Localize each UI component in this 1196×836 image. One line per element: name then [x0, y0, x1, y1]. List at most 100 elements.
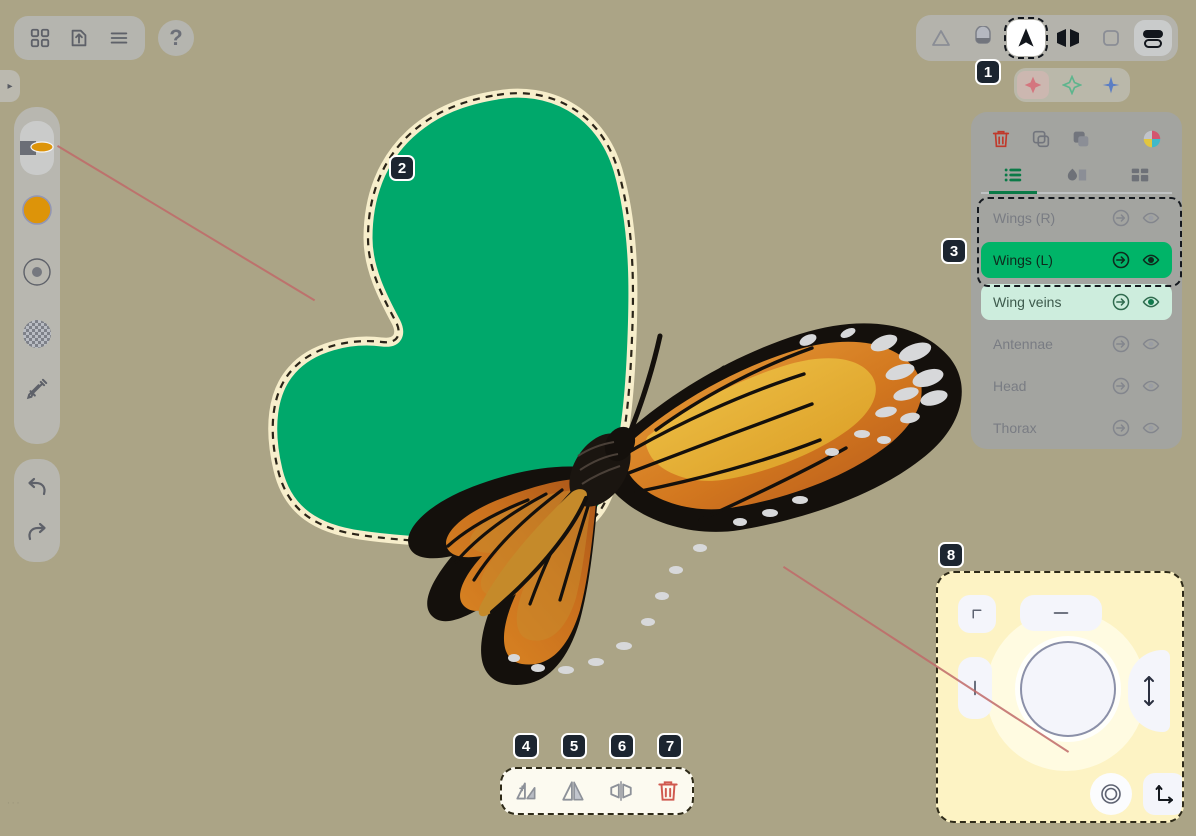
undo-button[interactable] [23, 475, 51, 501]
brush-size-tool[interactable] [17, 241, 57, 303]
delete-selection-button[interactable] [650, 773, 686, 809]
duplicate-layer-button[interactable] [1021, 124, 1061, 154]
layer-row-antennae[interactable]: Antennae [981, 326, 1172, 362]
trash-icon [658, 781, 678, 801]
question-mark-icon: ? [169, 25, 183, 50]
tab-assets[interactable] [1108, 158, 1172, 192]
left-tool-rail [14, 107, 60, 444]
stacked-pills-icon [1142, 30, 1163, 48]
concentric-circles-icon [1101, 784, 1121, 804]
color-wheel-icon [1143, 130, 1161, 148]
export-upload-icon [72, 29, 87, 47]
merge-layers-button[interactable] [1061, 124, 1101, 154]
delete-layer-button[interactable] [981, 124, 1021, 154]
cursor-arrow-icon [1018, 28, 1034, 47]
horizontal-scale-button[interactable] [1020, 595, 1102, 631]
isolate-arrow-icon[interactable] [1106, 371, 1136, 401]
shape-outline-tool[interactable] [922, 20, 960, 56]
corner-snap-button[interactable] [958, 595, 996, 633]
transform-gizmo-panel [936, 571, 1184, 823]
layers-tab-bar [981, 156, 1172, 194]
eye-icon[interactable] [1136, 203, 1166, 233]
opacity-tool[interactable] [17, 303, 57, 365]
mirror-icon [1057, 29, 1080, 47]
redo-button[interactable] [23, 520, 51, 546]
isolate-arrow-icon[interactable] [1106, 245, 1136, 275]
layer-row-wings-r[interactable]: Wings (R) [981, 200, 1172, 236]
sticker-row [1014, 68, 1130, 102]
rounded-square-outline-icon [1102, 30, 1119, 46]
fill-bucket-icon [975, 26, 992, 44]
layer-row-thorax[interactable]: Thorax [981, 410, 1172, 446]
isolate-arrow-icon[interactable] [1106, 203, 1136, 233]
layers-toggle[interactable] [1133, 20, 1172, 56]
trash-icon [992, 130, 1010, 148]
up-down-arrow-icon [1144, 676, 1154, 706]
flip-horizontal-icon [562, 781, 584, 801]
flip-add-button[interactable] [508, 773, 544, 809]
eye-icon[interactable] [1136, 329, 1166, 359]
vertical-scale-button[interactable] [958, 657, 992, 719]
help-button[interactable]: ? [158, 20, 194, 56]
layer-name: Wings (L) [993, 252, 1053, 268]
export-button[interactable] [64, 23, 94, 53]
tab-shapes[interactable] [1045, 158, 1109, 192]
menu-button[interactable] [104, 23, 134, 53]
flip-add-icon [516, 782, 536, 800]
panel-collapse-handle[interactable]: ▸ [0, 70, 20, 102]
corner-bracket-icon [972, 609, 982, 619]
canvas-tool[interactable] [1092, 20, 1130, 56]
sticker-blue[interactable] [1095, 71, 1127, 99]
mirror-tool[interactable] [1049, 20, 1087, 56]
fill-tool[interactable] [964, 20, 1002, 56]
merge-shapes-icon [1073, 131, 1089, 147]
brush-stroke-icon [18, 137, 56, 159]
color-swatch-tool[interactable] [17, 179, 57, 241]
brush-preset-tool[interactable] [17, 117, 57, 179]
layer-name: Wings (R) [993, 210, 1056, 226]
tab-layers[interactable] [981, 158, 1045, 194]
canvas-selected-shape-group [268, 88, 638, 549]
rotate-dial[interactable] [1020, 641, 1116, 737]
isolate-arrow-icon[interactable] [1106, 329, 1136, 359]
triangle-outline-icon [932, 30, 950, 46]
chevron-right-icon: ▸ [7, 80, 13, 92]
eye-icon[interactable] [1136, 413, 1166, 443]
watermark: ··· [6, 799, 21, 808]
isolate-arrow-icon[interactable] [1106, 287, 1136, 317]
eyedropper-icon [24, 376, 50, 402]
reset-pivot-button[interactable] [1090, 773, 1132, 815]
hamburger-menu-icon [110, 32, 128, 44]
badge-2: 2 [389, 155, 415, 181]
layer-row-head[interactable]: Head [981, 368, 1172, 404]
selection-actions-toolbar [500, 767, 694, 815]
sticker-green[interactable] [1056, 71, 1088, 99]
layer-row-wing-veins[interactable]: Wing veins [981, 284, 1172, 320]
layer-name: Wing veins [993, 294, 1062, 310]
gallery-grid-button[interactable] [25, 23, 55, 53]
axes-transform-button[interactable] [1143, 773, 1182, 815]
flip-horizontal-button[interactable] [555, 773, 591, 809]
sticker-pink[interactable] [1017, 71, 1050, 99]
eye-icon[interactable] [1136, 287, 1166, 317]
badge-7: 7 [657, 733, 683, 759]
axes-arrow-icon [1155, 785, 1173, 804]
eye-icon[interactable] [1136, 245, 1166, 275]
list-lines-icon [1004, 168, 1022, 182]
move-tool[interactable] [1003, 17, 1048, 59]
layer-name: Head [993, 378, 1027, 394]
topleft-toolbar [14, 16, 145, 60]
mirror-join-icon [610, 781, 632, 801]
sparkle-star-icon [1061, 75, 1082, 95]
mirror-button[interactable] [603, 773, 639, 809]
eyedropper-tool[interactable] [17, 365, 57, 413]
isolate-arrow-icon[interactable] [1106, 413, 1136, 443]
topright-toolbar [916, 15, 1178, 61]
color-circle-icon [20, 193, 54, 227]
layer-row-wings-l[interactable]: Wings (L) [981, 242, 1172, 278]
redo-arrow-icon [28, 523, 46, 541]
shapes-icon [1067, 168, 1086, 181]
color-wheel-button[interactable] [1132, 124, 1172, 154]
eye-icon[interactable] [1136, 371, 1166, 401]
badge-8: 8 [938, 542, 964, 568]
